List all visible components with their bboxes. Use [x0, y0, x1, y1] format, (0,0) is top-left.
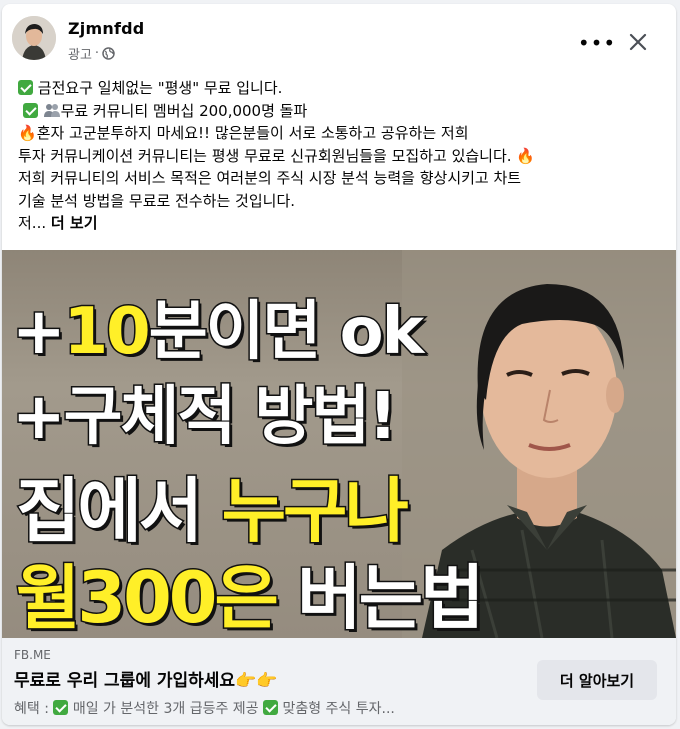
- text-line: 저희 커뮤니티의 서비스 목적은 여러분의 주식 시장 분석 능력을 향상시키고…: [18, 169, 522, 187]
- globe-icon[interactable]: [102, 47, 115, 60]
- close-icon[interactable]: [620, 24, 656, 60]
- check-mark-icon: [18, 80, 33, 95]
- text-line: 금전요구 일체없는 "평생" 무료 입니다.: [18, 77, 668, 100]
- post-meta: 광고 ·: [68, 44, 115, 63]
- text-line: 🔥혼자 고군분투하지 마세요!! 많은분들이 서로 소통하고 공유하는 저희: [18, 124, 469, 142]
- fire-icon: 🔥: [18, 124, 37, 142]
- link-preview[interactable]: FB.ME 무료로 우리 그룹에 가입하세요👉👉 혜택 : 매일 가 분석한 3…: [2, 638, 676, 725]
- text-line: 기술 분석 방법을 무료로 전수하는 것입니다.: [18, 191, 296, 210]
- text-line: 투자 커뮤니케이션 커뮤니티는 평생 무료로 신규회원님들을 모집하고 있습니다…: [18, 146, 536, 165]
- author-avatar[interactable]: [12, 16, 56, 60]
- link-title[interactable]: 무료로 우리 그룹에 가입하세요👉👉: [14, 666, 277, 691]
- more-options-icon[interactable]: •••: [578, 26, 615, 60]
- link-description: 혜택 : 매일 가 분석한 3개 급등주 제공 맞춤형 주식 투자...: [14, 700, 395, 717]
- headline-line-4: 월300은 버는법: [15, 556, 486, 639]
- post-header: Zjmnfdd 광고 · •••: [2, 4, 676, 74]
- text-line: 저... 더 보기: [18, 214, 98, 232]
- people-icon: [43, 101, 61, 117]
- post-text: 금전요구 일체없는 "평생" 무료 입니다. 무료 커뮤니티 멤버십 200,0…: [18, 77, 668, 235]
- link-domain: FB.ME: [14, 648, 51, 662]
- headline-line-3: 집에서 누구나: [15, 469, 411, 554]
- text-line: 무료 커뮤니티 멤버십 200,000명 돌파: [18, 100, 668, 123]
- check-mark-icon: [53, 700, 69, 715]
- learn-more-button[interactable]: 더 알아보기: [537, 660, 657, 700]
- meta-separator: ·: [94, 46, 100, 61]
- sponsored-label[interactable]: 광고: [68, 44, 92, 63]
- check-mark-icon: [22, 102, 38, 118]
- ad-post-card: Zjmnfdd 광고 · ••• 금전요구 일체없는 "평생" 무료 입니다.: [2, 4, 676, 725]
- fire-icon: 🔥: [516, 146, 536, 165]
- ad-image[interactable]: +10분이면 ok +구체적 방법! 집에서 누구나 월300은 버는법: [2, 250, 676, 638]
- pointing-hand-icon: 👉👉: [235, 671, 278, 691]
- check-mark-icon: [263, 700, 279, 715]
- see-more-link[interactable]: 더 보기: [51, 214, 98, 232]
- headline-line-2: +구체적 방법!: [11, 379, 399, 456]
- author-name[interactable]: Zjmnfdd: [68, 19, 144, 38]
- headline-line-1: +10분이면 ok: [11, 294, 426, 371]
